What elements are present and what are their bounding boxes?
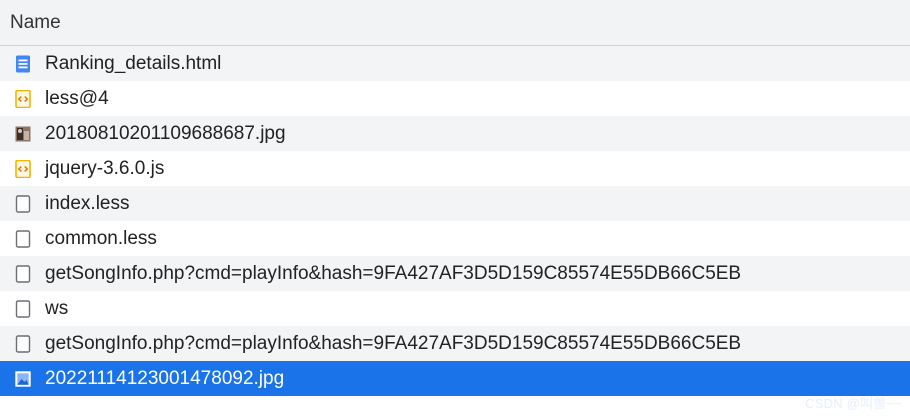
csdn-watermark: CSDN @叫兽~~ [805,396,902,411]
image-icon [14,370,32,388]
network-request-panel: Name Ranking_details.html less@4 2018081… [0,0,910,418]
request-name: index.less [45,193,130,214]
request-row[interactable]: getSongInfo.php?cmd=playInfo&hash=9FA427… [0,256,910,291]
request-name: 20221114123001478092.jpg [45,368,285,389]
request-name: jquery-3.6.0.js [45,158,165,179]
blank-file-icon [14,229,32,248]
image-thumbnail-icon [14,125,32,143]
request-row[interactable]: common.less [0,221,910,256]
request-list: Ranking_details.html less@4 201808102011… [0,46,910,396]
script-icon [14,159,32,178]
request-row[interactable]: getSongInfo.php?cmd=playInfo&hash=9FA427… [0,326,910,361]
script-icon [14,89,32,108]
request-row[interactable]: ws [0,291,910,326]
name-column-label: Name [10,11,61,33]
request-name: ws [45,298,69,319]
request-row-selected[interactable]: 20221114123001478092.jpg [0,361,910,396]
request-row[interactable]: jquery-3.6.0.js [0,151,910,186]
request-row[interactable]: less@4 [0,81,910,116]
blank-file-icon [14,194,32,213]
blank-file-icon [14,334,32,353]
request-row[interactable]: index.less [0,186,910,221]
request-row[interactable]: 20180810201109688687.jpg [0,116,910,151]
request-name: 20180810201109688687.jpg [45,123,286,144]
document-icon [14,55,32,73]
blank-file-icon [14,299,32,318]
request-name: less@4 [45,88,109,109]
request-name: Ranking_details.html [45,53,222,74]
blank-file-icon [14,264,32,283]
request-name: common.less [45,228,157,249]
request-row[interactable]: Ranking_details.html [0,46,910,81]
request-name: getSongInfo.php?cmd=playInfo&hash=9FA427… [45,333,742,354]
name-column-header[interactable]: Name [0,0,910,46]
request-name: getSongInfo.php?cmd=playInfo&hash=9FA427… [45,263,742,284]
